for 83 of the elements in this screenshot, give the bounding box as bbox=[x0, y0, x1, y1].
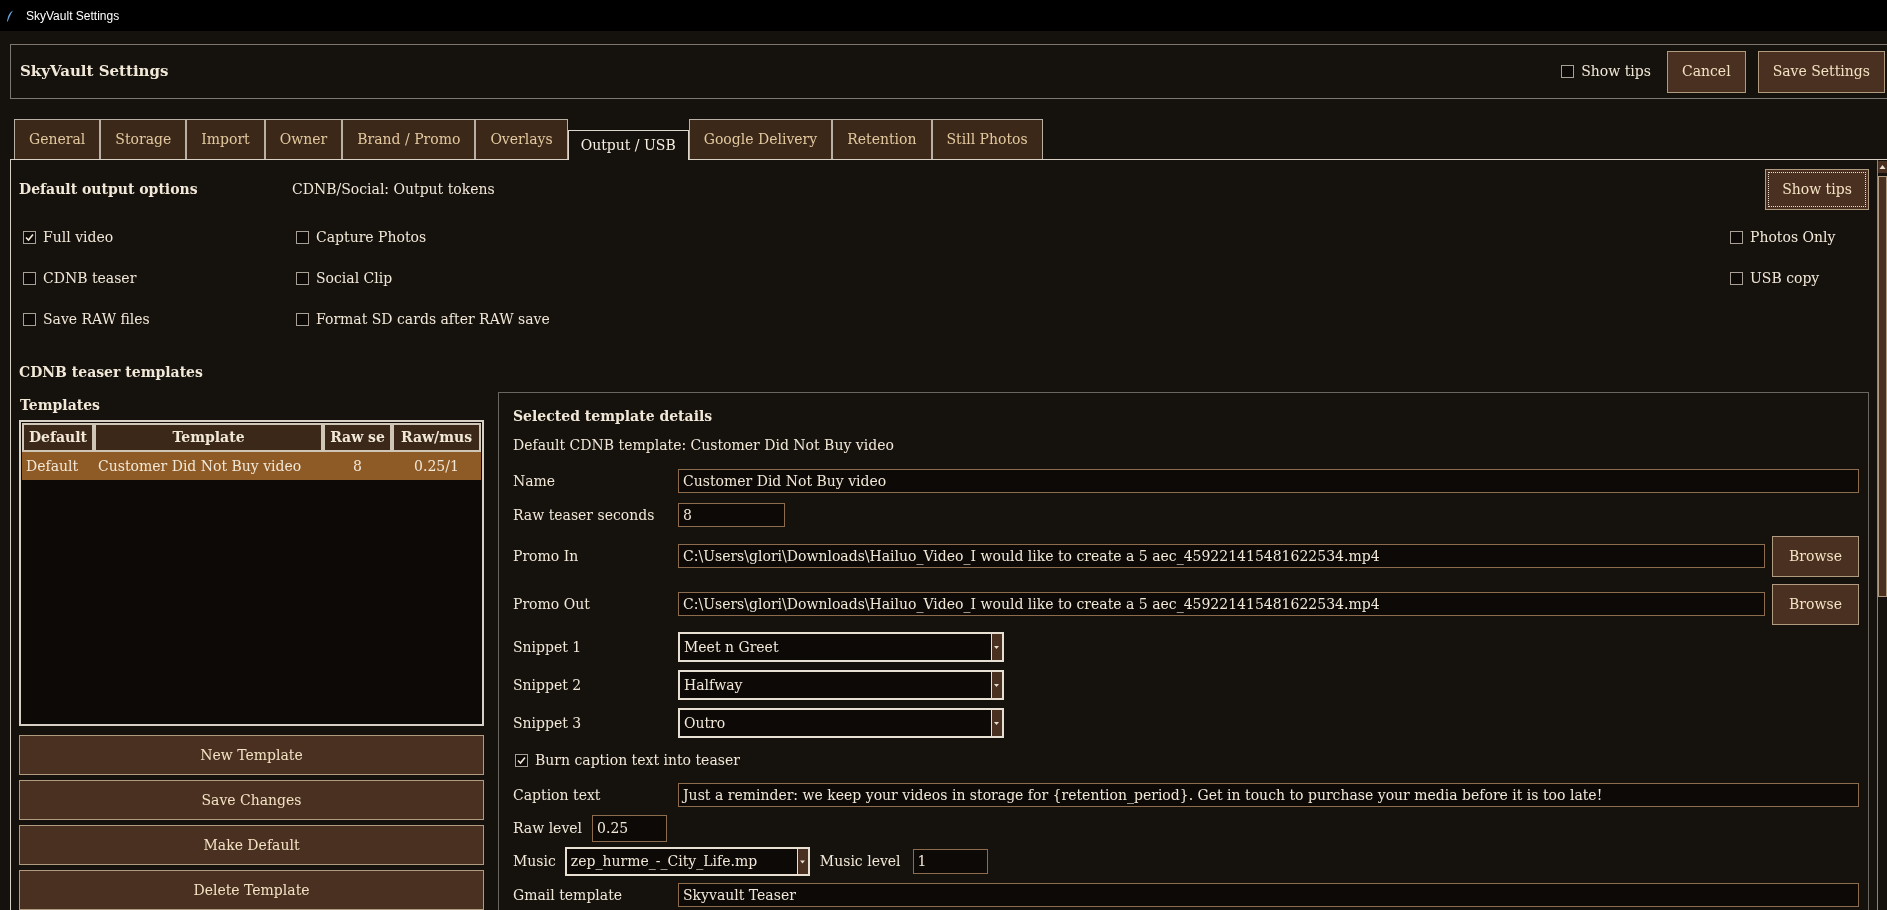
browse-button[interactable]: Browse bbox=[1772, 535, 1859, 577]
checkbox-label: USB copy bbox=[1750, 269, 1820, 288]
checkbox[interactable] bbox=[296, 313, 309, 326]
field-label: Snippet 3 bbox=[513, 713, 583, 733]
dropdown[interactable]: zep_hurme_-_City_Life.mp bbox=[564, 846, 810, 876]
checkbox[interactable] bbox=[23, 231, 36, 244]
table-row[interactable]: Default Customer Did Not Buy video 8 0.25/1 bbox=[22, 452, 481, 480]
feather-icon bbox=[6, 9, 14, 22]
column-header[interactable]: Default bbox=[22, 423, 94, 452]
dropdown[interactable]: Meet n Greet bbox=[678, 632, 1004, 662]
field-label: Raw teaser seconds bbox=[513, 505, 656, 525]
scrollbar[interactable] bbox=[1877, 160, 1887, 910]
checkbox[interactable] bbox=[1561, 65, 1575, 78]
field-label: Name bbox=[513, 471, 557, 491]
tab[interactable]: Still Photos bbox=[931, 119, 1043, 159]
checkbox[interactable] bbox=[515, 753, 528, 767]
window-title: SkyVault Settings bbox=[26, 7, 120, 25]
checkbox-label: Social Clip bbox=[316, 269, 393, 288]
column-header[interactable]: Raw/mus bbox=[392, 423, 481, 452]
checkbox[interactable] bbox=[296, 231, 309, 244]
file-path-field[interactable]: C:\Users\glori\Downloads\Hailuo_Video_I would like to create a 5 aec_459221415481622534.mp4 bbox=[678, 592, 1765, 616]
checkbox-label: Save RAW files bbox=[43, 310, 150, 329]
tab[interactable]: Brand / Promo bbox=[342, 119, 476, 159]
make-default-button[interactable]: Make Default bbox=[19, 825, 484, 865]
table-cell-text: Default bbox=[25, 456, 80, 476]
field-label: Promo Out bbox=[513, 594, 591, 614]
section-title: Default output options bbox=[19, 180, 198, 199]
checkbox-label: Format SD cards after RAW save bbox=[316, 310, 550, 329]
dropdown[interactable]: Halfway bbox=[678, 670, 1004, 700]
page-title: SkyVault Settings bbox=[20, 61, 169, 83]
table-cell-text: 0.25/1 bbox=[413, 456, 460, 476]
number-field[interactable]: 0.25 bbox=[592, 814, 668, 842]
section-title: CDNB teaser templates bbox=[19, 362, 203, 382]
tab[interactable]: Overlays bbox=[475, 119, 568, 159]
number-field[interactable]: 8 bbox=[678, 503, 785, 527]
text-field[interactable]: Customer Did Not Buy video bbox=[678, 469, 1859, 493]
text-field[interactable]: Just a reminder: we keep your videos in storage for {retention_period}. Get in touch to purchase your media before it is too late! bbox=[678, 783, 1859, 807]
field-label: Music level bbox=[819, 851, 901, 871]
checkbox-label: Show tips bbox=[1581, 62, 1651, 81]
checkbox-label: Burn caption text into teaser bbox=[535, 750, 740, 770]
list-title: Templates bbox=[20, 395, 100, 415]
field-label: Caption text bbox=[513, 785, 602, 805]
dropdown[interactable]: Outro bbox=[678, 708, 1004, 738]
checkbox-label: Full video bbox=[43, 228, 114, 247]
checkbox[interactable] bbox=[23, 313, 36, 326]
checkbox-label: Capture Photos bbox=[316, 228, 427, 247]
section-label: CDNB/Social: Output tokens bbox=[292, 180, 495, 199]
cancel-button[interactable]: Cancel bbox=[1666, 50, 1746, 93]
number-field[interactable]: 1 bbox=[912, 848, 988, 874]
field-label: Promo In bbox=[513, 546, 580, 566]
save-changes-button[interactable]: Save Changes bbox=[19, 780, 484, 820]
tab[interactable]: Owner bbox=[264, 119, 343, 159]
tab[interactable]: General bbox=[14, 119, 101, 159]
text-field[interactable]: Skyvault Teaser bbox=[678, 883, 1859, 907]
column-header[interactable]: Template bbox=[94, 423, 323, 452]
checkbox-label: CDNB teaser bbox=[43, 269, 137, 288]
field-label: Raw level bbox=[513, 818, 583, 838]
browse-button[interactable]: Browse bbox=[1772, 583, 1859, 625]
default-template-note: Default CDNB template: Customer Did Not Buy video bbox=[513, 435, 894, 455]
scrollbar-thumb[interactable] bbox=[1878, 176, 1887, 597]
tab[interactable]: Output / USB bbox=[567, 130, 689, 160]
checkbox[interactable] bbox=[23, 272, 36, 285]
file-path-field[interactable]: C:\Users\glori\Downloads\Hailuo_Video_I would like to create a 5 aec_459221415481622534.mp4 bbox=[678, 544, 1765, 568]
checkbox-label: Photos Only bbox=[1750, 228, 1836, 247]
checkbox[interactable] bbox=[296, 272, 309, 285]
field-label: Music bbox=[513, 851, 556, 871]
new-template-button[interactable]: New Template bbox=[19, 735, 484, 775]
field-label: Snippet 2 bbox=[513, 675, 583, 695]
checkbox[interactable] bbox=[1730, 231, 1743, 244]
checkbox[interactable] bbox=[1730, 272, 1743, 285]
tab[interactable]: Storage bbox=[100, 119, 187, 159]
delete-template-button[interactable]: Delete Template bbox=[19, 870, 484, 910]
save-settings-button[interactable]: Save Settings bbox=[1757, 50, 1885, 93]
tab[interactable]: Import bbox=[186, 119, 265, 159]
table-cell-text: 8 bbox=[352, 456, 363, 476]
section-title: Selected template details bbox=[513, 406, 713, 426]
field-label: Snippet 1 bbox=[513, 637, 583, 657]
tab[interactable]: Google Delivery bbox=[688, 119, 833, 159]
show-tips-button[interactable]: Show tips bbox=[1765, 169, 1869, 210]
column-header[interactable]: Raw se bbox=[323, 423, 392, 452]
field-label: Gmail template bbox=[513, 885, 624, 905]
tab[interactable]: Retention bbox=[832, 119, 932, 159]
table-cell-text: Customer Did Not Buy video bbox=[97, 456, 303, 476]
